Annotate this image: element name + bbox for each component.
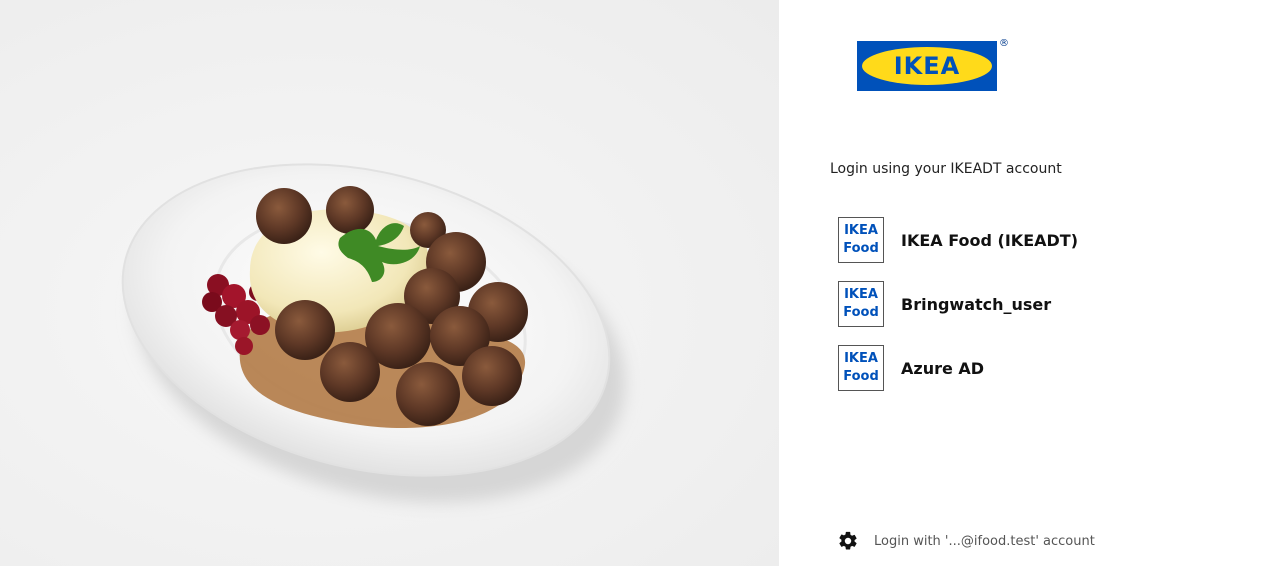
ikea-food-logo-icon: IKEA Food	[838, 345, 884, 391]
login-panel: IKEA ® Login using your IKEADT account I…	[779, 0, 1280, 566]
logo-wordmark: IKEA	[893, 52, 961, 80]
badge-line-2: Food	[843, 369, 879, 384]
provider-bringwatch[interactable]: IKEA Food Bringwatch_user	[838, 280, 1258, 328]
alt-login-label: Login with '...@ifood.test' account	[874, 533, 1095, 549]
hero-image	[0, 0, 779, 566]
gear-icon	[839, 531, 857, 550]
ikea-food-logo-icon: IKEA Food	[838, 217, 884, 263]
provider-azure-ad[interactable]: IKEA Food Azure AD	[838, 344, 1258, 392]
badge-line-1: IKEA	[844, 351, 878, 366]
provider-label: Azure AD	[901, 358, 985, 378]
badge-line-1: IKEA	[844, 287, 878, 302]
ikea-food-logo-icon: IKEA Food	[838, 281, 884, 327]
registered-mark: ®	[999, 38, 1009, 49]
badge-line-2: Food	[843, 305, 879, 320]
provider-label: Bringwatch_user	[901, 294, 1052, 314]
meatball-plate-illustration	[121, 163, 626, 503]
badge-line-1: IKEA	[844, 223, 878, 238]
alt-login-link[interactable]: Login with '...@ifood.test' account	[837, 530, 1095, 552]
badge-line-2: Food	[843, 241, 879, 256]
provider-ikea-food[interactable]: IKEA Food IKEA Food (IKEADT)	[838, 216, 1258, 264]
ikea-logo: IKEA ®	[857, 38, 1009, 91]
provider-label: IKEA Food (IKEADT)	[901, 230, 1079, 250]
provider-list: IKEA Food IKEA Food (IKEADT) IKEA Food B…	[838, 216, 1258, 408]
login-prompt: Login using your IKEADT account	[830, 161, 1062, 177]
